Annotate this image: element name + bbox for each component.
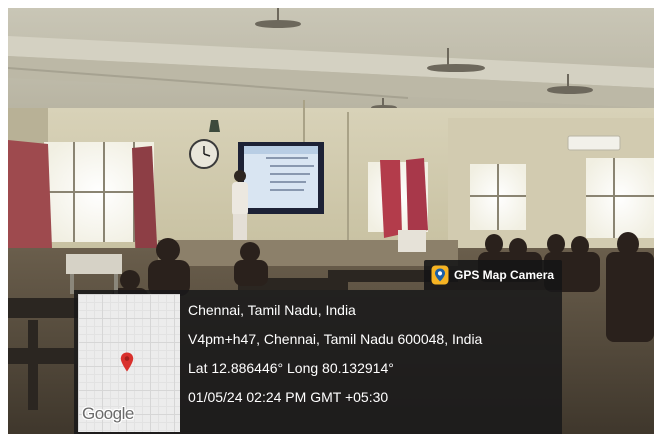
- photo-frame: GPS Map Camera Google Chennai, Tamil Nad…: [8, 8, 654, 434]
- coordinates: Lat 12.886446° Long 80.132914°: [188, 360, 394, 376]
- location-details: Chennai, Tamil Nadu, India V4pm+h47, Che…: [188, 302, 482, 418]
- timestamp: 01/05/24 02:24 PM GMT +05:30: [188, 389, 389, 405]
- location-pin-icon: [120, 352, 134, 377]
- mini-map: Google: [78, 294, 180, 432]
- place-name: Chennai, Tamil Nadu, India: [188, 302, 356, 318]
- gps-camera-icon: [430, 264, 450, 286]
- google-logo: Google: [82, 404, 134, 423]
- gps-map-camera-badge: GPS Map Camera: [424, 260, 562, 290]
- gps-badge-label: GPS Map Camera: [454, 268, 555, 282]
- location-info-panel: Google Chennai, Tamil Nadu, India V4pm+h…: [74, 290, 562, 434]
- street-address: V4pm+h47, Chennai, Tamil Nadu 600048, In…: [188, 331, 483, 347]
